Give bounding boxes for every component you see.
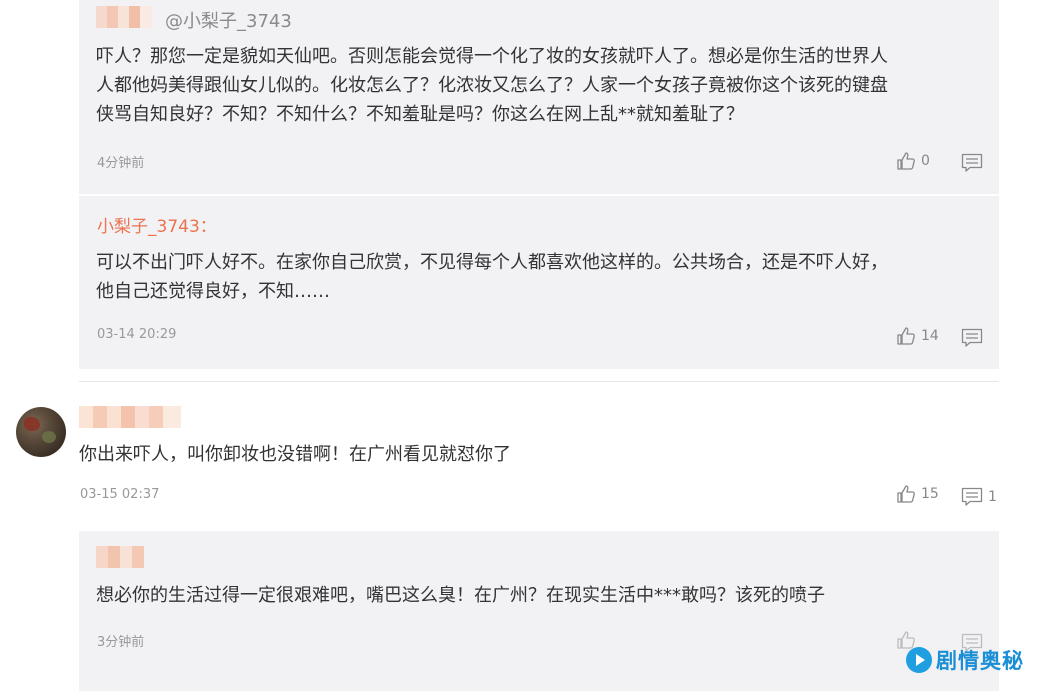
reply-box-2: 小梨子_3743： 可以不出门吓人好不。在家你自己欣赏，不见得每个人都喜欢他这样… — [79, 196, 999, 369]
comment-divider — [79, 381, 999, 382]
reply-box-1: @小梨子_3743 吓人？那您一定是貌如天仙吧。否则怎能会觉得一个化了妆的女孩就… — [79, 0, 999, 194]
reply-handle[interactable]: @小梨子_3743 — [165, 7, 292, 33]
thumbs-up-icon — [897, 152, 915, 170]
avatar[interactable] — [16, 407, 66, 457]
blurred-username — [96, 546, 144, 568]
play-logo-icon — [906, 647, 932, 673]
reply-text: 吓人？那您一定是貌如天仙吧。否则怎能会觉得一个化了妆的女孩就吓人了。想必是你生活… — [96, 46, 888, 125]
reply-box-3: 想必你的生活过得一定很艰难吧，嘴巴这么臭！在广州？在现实生活中***敢吗？该死的… — [79, 531, 999, 691]
reply-text: 可以不出门吓人好不。在家你自己欣赏，不见得每个人都喜欢他这样的。公共场合，还是不… — [96, 252, 888, 302]
comment-time: 03-15 02:37 — [80, 487, 160, 502]
like-button[interactable]: 0 — [896, 151, 930, 171]
comment-text: 你出来吓人，叫你卸妆也没错啊！在广州看见就怼你了 — [79, 444, 511, 465]
comment-button[interactable] — [961, 328, 983, 348]
like-count: 15 — [921, 486, 939, 502]
like-button[interactable]: 14 — [896, 326, 939, 346]
reply-time: 3分钟前 — [97, 635, 145, 650]
watermark-text: 剧情奥秘 — [936, 649, 1024, 673]
comment-button[interactable]: 1 — [961, 487, 997, 507]
thumbs-up-icon — [897, 327, 915, 345]
comment-icon — [961, 328, 983, 347]
comment-icon — [961, 487, 983, 506]
comment-icon — [961, 153, 983, 172]
watermark: 剧情奥秘 — [906, 645, 1024, 675]
reply-count: 1 — [988, 489, 997, 505]
like-count: 0 — [921, 153, 930, 169]
reply-author[interactable]: 小梨子_3743： — [97, 212, 217, 237]
blurred-username — [79, 406, 181, 428]
blurred-username — [96, 6, 152, 28]
comment-button[interactable] — [961, 153, 983, 173]
thumbs-up-icon — [897, 485, 915, 503]
reply-time: 4分钟前 — [97, 156, 145, 171]
like-count: 14 — [921, 328, 939, 344]
like-button[interactable]: 15 — [896, 484, 939, 504]
reply-time: 03-14 20:29 — [97, 327, 177, 342]
reply-text: 想必你的生活过得一定很艰难吧，嘴巴这么臭！在广州？在现实生活中***敢吗？该死的… — [96, 585, 825, 606]
